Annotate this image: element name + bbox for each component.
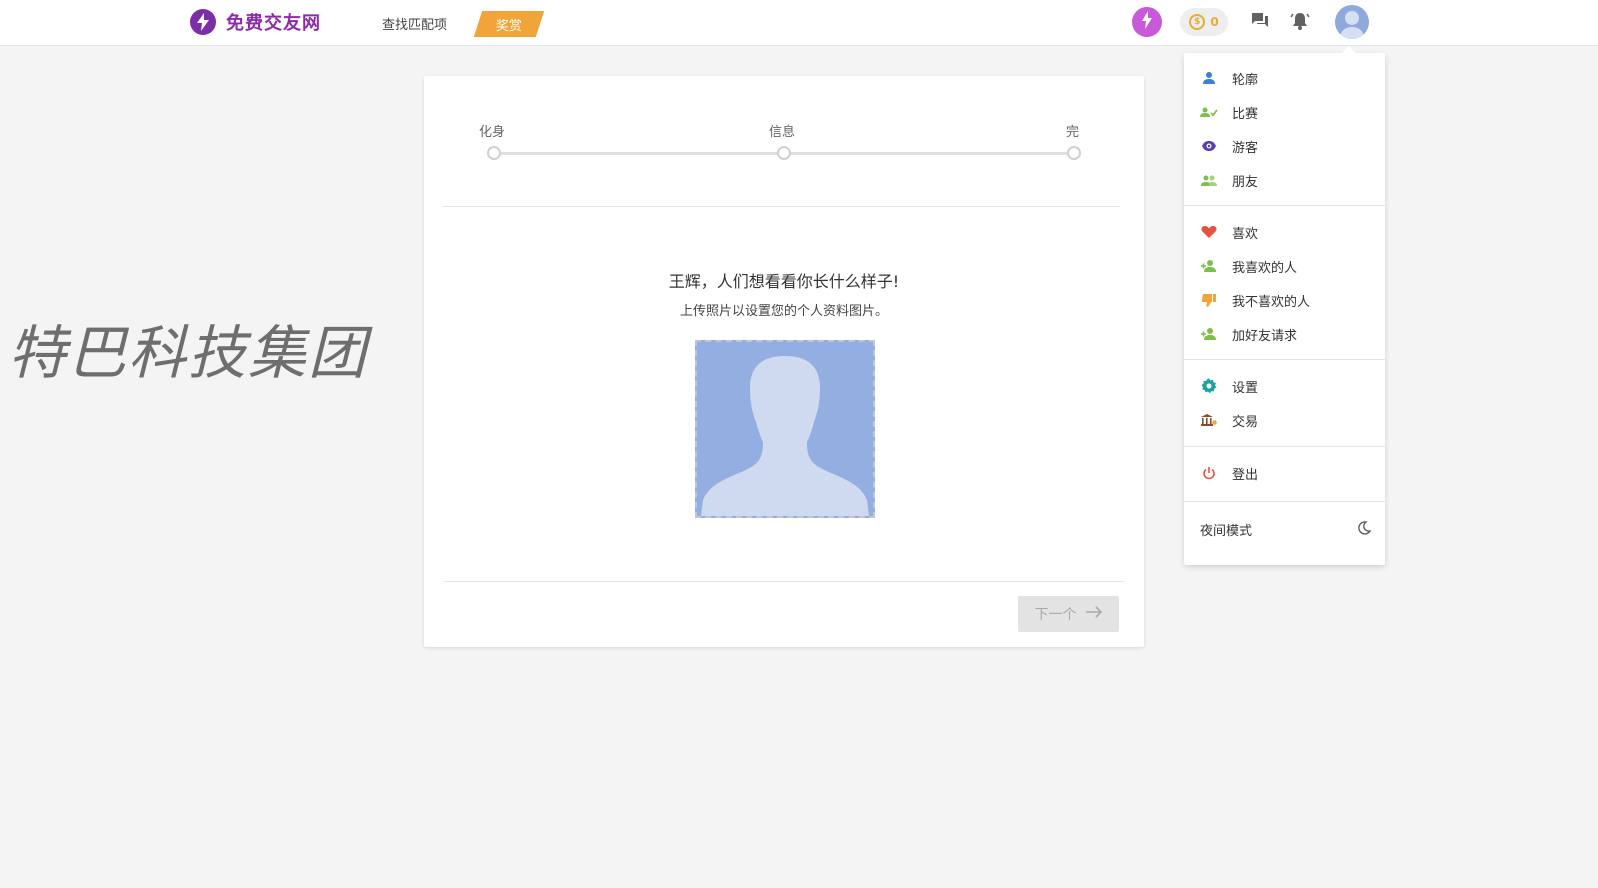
step-label-info: 信息 [769, 125, 796, 140]
friends-icon [1200, 171, 1218, 189]
messages-button[interactable] [1250, 12, 1270, 34]
menu-item-profile[interactable]: 轮廓 [1184, 61, 1385, 95]
menu-item-logout[interactable]: 登出 [1184, 456, 1385, 490]
menu-section-account: 设置 交易 [1184, 369, 1385, 437]
step-label-avatar: 化身 [479, 125, 506, 140]
menu-item-friends[interactable]: 朋友 [1184, 163, 1385, 197]
chat-icon [1250, 13, 1270, 34]
menu-item-visitors[interactable]: 游客 [1184, 129, 1385, 163]
avatar-silhouette-icon [1335, 11, 1369, 39]
heart-icon [1200, 223, 1218, 241]
menu-item-likes[interactable]: 喜欢 [1184, 215, 1385, 249]
menu-item-friend-requests[interactable]: 加好友请求 [1184, 317, 1385, 351]
menu-item-matches[interactable]: 比赛 [1184, 95, 1385, 129]
menu-item-label: 朋友 [1232, 174, 1259, 190]
bell-icon [1290, 13, 1310, 35]
nav-rewards-label: 奖赏 [495, 18, 522, 34]
menu-item-label: 喜欢 [1232, 226, 1259, 242]
menu-item-people-i-like[interactable]: 我喜欢的人 [1184, 249, 1385, 283]
menu-section-logout: 登出 [1184, 456, 1385, 490]
menu-item-label: 比赛 [1232, 106, 1259, 122]
power-icon [1200, 464, 1218, 482]
eye-icon [1200, 137, 1218, 155]
coin-count: 0 [1210, 15, 1219, 29]
user-avatar-button[interactable] [1335, 5, 1369, 39]
coin-balance[interactable]: $ 0 [1180, 8, 1228, 36]
menu-section-profile: 轮廓 比赛 游客 朋友 [1184, 61, 1385, 197]
menu-item-label: 轮廓 [1232, 72, 1259, 88]
gear-icon [1200, 377, 1218, 395]
nav-find-matches[interactable]: 查找匹配项 [382, 14, 447, 33]
menu-item-label: 加好友请求 [1232, 328, 1298, 344]
boost-button[interactable] [1132, 7, 1162, 37]
next-button[interactable]: 下一个 [1018, 596, 1119, 632]
menu-item-people-i-dislike[interactable]: 我不喜欢的人 [1184, 283, 1385, 317]
moon-icon [1357, 520, 1372, 539]
top-navbar: 免费交友网 查找匹配项 奖赏 $ 0 [0, 0, 1598, 46]
default-avatar-silhouette-icon [697, 356, 873, 516]
lightning-logo-icon [190, 9, 216, 35]
divider [442, 206, 1120, 207]
site-logo[interactable]: 免费交友网 [190, 8, 321, 36]
user-dropdown-menu: 轮廓 比赛 游客 朋友 喜欢 我喜欢的人 我不喜欢的人 加好友请求 设置 交易 … [1184, 46, 1385, 565]
progress-stepper: 化身 信息 完 [424, 76, 1144, 206]
upload-headline: 王辉，人们想看看你长什么样子! [668, 272, 900, 291]
company-watermark: 特巴科技集团 [8, 319, 369, 387]
step-dot-finish[interactable] [1067, 146, 1081, 160]
nav-rewards-button[interactable]: 奖赏 [473, 11, 545, 37]
photo-upload-area[interactable] [695, 340, 875, 518]
notifications-button[interactable] [1290, 11, 1310, 35]
menu-item-label: 我不喜欢的人 [1232, 294, 1311, 310]
menu-section-likes: 喜欢 我喜欢的人 我不喜欢的人 加好友请求 [1184, 215, 1385, 351]
site-name: 免费交友网 [226, 13, 321, 34]
menu-item-label: 我喜欢的人 [1232, 260, 1298, 276]
step-dot-avatar[interactable] [487, 146, 501, 160]
night-mode-label: 夜间模式 [1200, 523, 1253, 539]
upload-subtext: 上传照片以设置您的个人资料图片。 [679, 304, 888, 319]
menu-separator [1184, 205, 1385, 206]
menu-item-settings[interactable]: 设置 [1184, 369, 1385, 403]
night-mode-toggle[interactable]: 夜间模式 [1184, 509, 1385, 549]
match-icon [1200, 103, 1218, 121]
arrow-right-icon [1085, 606, 1103, 622]
profile-setup-card: 化身 信息 完 王辉，人们想看看你长什么样子! 上传照片以设置您的个人资料图片。… [424, 76, 1144, 647]
next-button-label: 下一个 [1034, 607, 1077, 623]
dollar-coin-icon: $ [1189, 14, 1206, 30]
menu-item-label: 交易 [1232, 414, 1259, 430]
liked-people-icon [1200, 257, 1218, 275]
bank-icon [1200, 411, 1218, 429]
lightning-icon [1141, 11, 1153, 33]
menu-separator [1184, 359, 1385, 360]
person-icon [1200, 69, 1218, 87]
divider [444, 581, 1124, 582]
menu-item-label: 设置 [1232, 380, 1259, 396]
menu-item-transactions[interactable]: 交易 [1184, 403, 1385, 437]
menu-separator [1184, 501, 1385, 502]
thumbs-down-icon [1200, 291, 1218, 309]
step-dot-info[interactable] [777, 146, 791, 160]
friend-request-icon [1200, 325, 1218, 343]
menu-item-label: 登出 [1232, 467, 1259, 483]
menu-item-label: 游客 [1232, 140, 1259, 156]
menu-separator [1184, 446, 1385, 447]
step-label-finish: 完 [1066, 125, 1080, 140]
